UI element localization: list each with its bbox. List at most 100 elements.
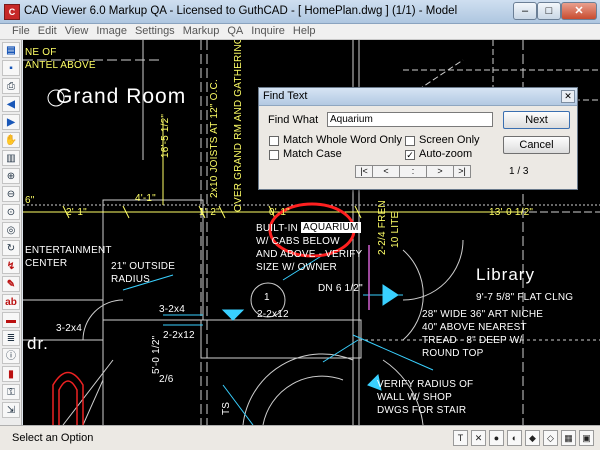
label-niche-4: ROUND TOP xyxy=(422,348,484,359)
book-icon[interactable]: ▮ xyxy=(2,366,20,382)
fill-tool-icon[interactable]: ◐ xyxy=(507,430,522,446)
rotate-icon[interactable]: ↻ xyxy=(2,240,20,256)
menu-help[interactable]: Help xyxy=(289,24,320,39)
label-size-owner: SIZE W/ OWNER xyxy=(256,262,337,273)
label-cabs-below: W/ CABS BELOW xyxy=(256,236,340,247)
next-result-button[interactable]: > xyxy=(426,165,454,178)
find-what-label: Find What xyxy=(268,114,319,126)
menu-image[interactable]: Image xyxy=(92,24,131,39)
match-case-checkbox[interactable] xyxy=(269,150,279,160)
print-preview-icon[interactable]: ▥ xyxy=(2,150,20,166)
beam-label-2-2x12: 2-2x12 xyxy=(257,309,289,320)
text-icon[interactable]: ab xyxy=(2,294,20,310)
forward-icon[interactable]: ▶ xyxy=(2,114,20,130)
label-fren: 2-2/4 FREN xyxy=(377,200,388,255)
title-bar: C CAD Viewer 6.0 Markup QA - Licensed to… xyxy=(0,0,600,24)
menu-bar: File Edit View Image Settings Markup QA … xyxy=(0,24,600,40)
screen-only-checkbox[interactable] xyxy=(405,136,415,146)
dim-5-0: 5'-0 1/2" xyxy=(151,335,162,374)
label-verify-3: DWGS FOR STAIR xyxy=(377,405,467,416)
label-radius: RADIUS xyxy=(111,274,150,285)
label-outside: 21" OUTSIDE xyxy=(111,261,176,272)
print-icon[interactable]: ⎙ xyxy=(2,78,20,94)
shape-tool-icon[interactable]: ◇ xyxy=(543,430,558,446)
cancel-button[interactable]: Cancel xyxy=(503,136,570,154)
zoom-out-icon[interactable]: ⊖ xyxy=(2,186,20,202)
menu-edit[interactable]: Edit xyxy=(34,24,61,39)
find-text-dialog: Find Text ✕ Find What Next Cancel Match … xyxy=(258,87,578,190)
label-joists: 2x10 JOISTS AT 12" O.C. xyxy=(209,79,220,198)
open-icon[interactable]: ▤ xyxy=(2,42,20,58)
dialog-title: Find Text xyxy=(259,88,577,106)
menu-file[interactable]: File xyxy=(8,24,34,39)
label-ts: TS xyxy=(221,401,232,415)
dim-4-1: 4'-1" xyxy=(135,193,156,204)
screen-only-label: Screen Only xyxy=(419,134,480,146)
last-result-button[interactable]: >| xyxy=(453,165,471,178)
layer-tool-icon[interactable]: ▦ xyxy=(561,430,576,446)
menu-markup[interactable]: Markup xyxy=(179,24,224,39)
auto-zoom-checkbox[interactable]: ✓ xyxy=(405,150,415,160)
info-icon[interactable]: ⓘ xyxy=(2,348,20,364)
highlight-icon[interactable]: ▬ xyxy=(2,312,20,328)
back-icon[interactable]: ◀ xyxy=(2,96,20,112)
label-niche-3: TREAD - 8" DEEP W/ xyxy=(422,335,523,346)
menu-settings[interactable]: Settings xyxy=(131,24,179,39)
menu-inquire[interactable]: Inquire xyxy=(247,24,289,39)
match-case-label: Match Case xyxy=(283,148,342,160)
label-verify-1: VERIFY RADIUS OF xyxy=(377,379,474,390)
hand-icon[interactable]: ✋ xyxy=(2,132,20,148)
cad-viewer-logo-icon: C xyxy=(4,4,20,20)
auto-zoom-label: Auto-zoom xyxy=(419,148,473,160)
next-button[interactable]: Next xyxy=(503,111,570,129)
label-flat-clng: 9'-7 5/8" FLAT CLNG xyxy=(476,292,574,303)
label-antel-above: ANTEL ABOVE xyxy=(25,60,96,71)
previous-result-button[interactable]: < xyxy=(372,165,400,178)
pen-icon[interactable]: ✎ xyxy=(2,276,20,292)
view-tool-icon[interactable]: ▣ xyxy=(579,430,594,446)
beam-label-3-2x4-b: 3-2x4 xyxy=(56,323,83,334)
minimize-button[interactable]: – xyxy=(513,2,537,20)
result-navigation: |< < : > >| xyxy=(355,165,471,178)
close-icon[interactable]: ✕ xyxy=(561,90,575,103)
delete-tool-icon[interactable]: ✕ xyxy=(471,430,486,446)
match-whole-word-checkbox[interactable] xyxy=(269,136,279,146)
zoom-window-icon[interactable]: ⊙ xyxy=(2,204,20,220)
menu-view[interactable]: View xyxy=(61,24,93,39)
save-icon[interactable]: ▪ xyxy=(2,60,20,76)
first-result-button[interactable]: |< xyxy=(355,165,373,178)
close-button[interactable]: ✕ xyxy=(561,2,597,20)
key-icon[interactable]: ⚿ xyxy=(2,384,20,400)
export-icon[interactable]: ⇲ xyxy=(2,402,20,418)
zoom-in-icon[interactable]: ⊕ xyxy=(2,168,20,184)
measure-icon[interactable]: ↯ xyxy=(2,258,20,274)
find-what-input[interactable] xyxy=(327,112,493,127)
dim-1-2: 1'-2" xyxy=(199,207,220,218)
found-text-aquarium: AQUARIUM xyxy=(301,222,361,233)
label-niche-2: 40" ABOVE NEAREST xyxy=(422,322,527,333)
label-dn-6: DN 6 1/2" xyxy=(318,283,363,294)
current-result-button[interactable]: : xyxy=(399,165,427,178)
dim-2-1: 2'-1" xyxy=(66,207,87,218)
label-center: CENTER xyxy=(25,258,68,269)
dim-2-6: 2/6 xyxy=(159,374,174,385)
dim-13-0: 13'-0 1/2" xyxy=(489,207,534,218)
dim-16-5: 16'-5 1/2" xyxy=(160,113,171,158)
color-tool-icon[interactable]: ● xyxy=(489,430,504,446)
label-built-in: BUILT-IN xyxy=(256,223,298,234)
zoom-extents-icon[interactable]: ◎ xyxy=(2,222,20,238)
menu-qa[interactable]: QA xyxy=(223,24,247,39)
text-tool-icon[interactable]: T xyxy=(453,430,468,446)
beam-label-3-2x4: 3-2x4 xyxy=(159,304,186,315)
room-label-grand-room: Grand Room xyxy=(56,85,187,108)
label-niche-1: 28" WIDE 36" ART NICHE xyxy=(422,309,544,320)
label-ne-of: NE OF xyxy=(25,47,57,58)
stamp-tool-icon[interactable]: ◆ xyxy=(525,430,540,446)
room-label-library: Library xyxy=(476,265,535,284)
label-verify-2: WALL W/ SHOP xyxy=(377,392,453,403)
match-whole-word-label: Match Whole Word Only xyxy=(283,134,403,146)
label-entertainment: ENTERTAINMENT xyxy=(25,245,112,256)
maximize-button[interactable]: □ xyxy=(537,2,561,20)
layers-icon[interactable]: ≣ xyxy=(2,330,20,346)
left-toolbar: ▤ ▪ ⎙ ◀ ▶ ✋ ▥ ⊕ ⊖ ⊙ ◎ ↻ ↯ ✎ ab ▬ ≣ ⓘ ▮ ⚿… xyxy=(0,40,22,425)
